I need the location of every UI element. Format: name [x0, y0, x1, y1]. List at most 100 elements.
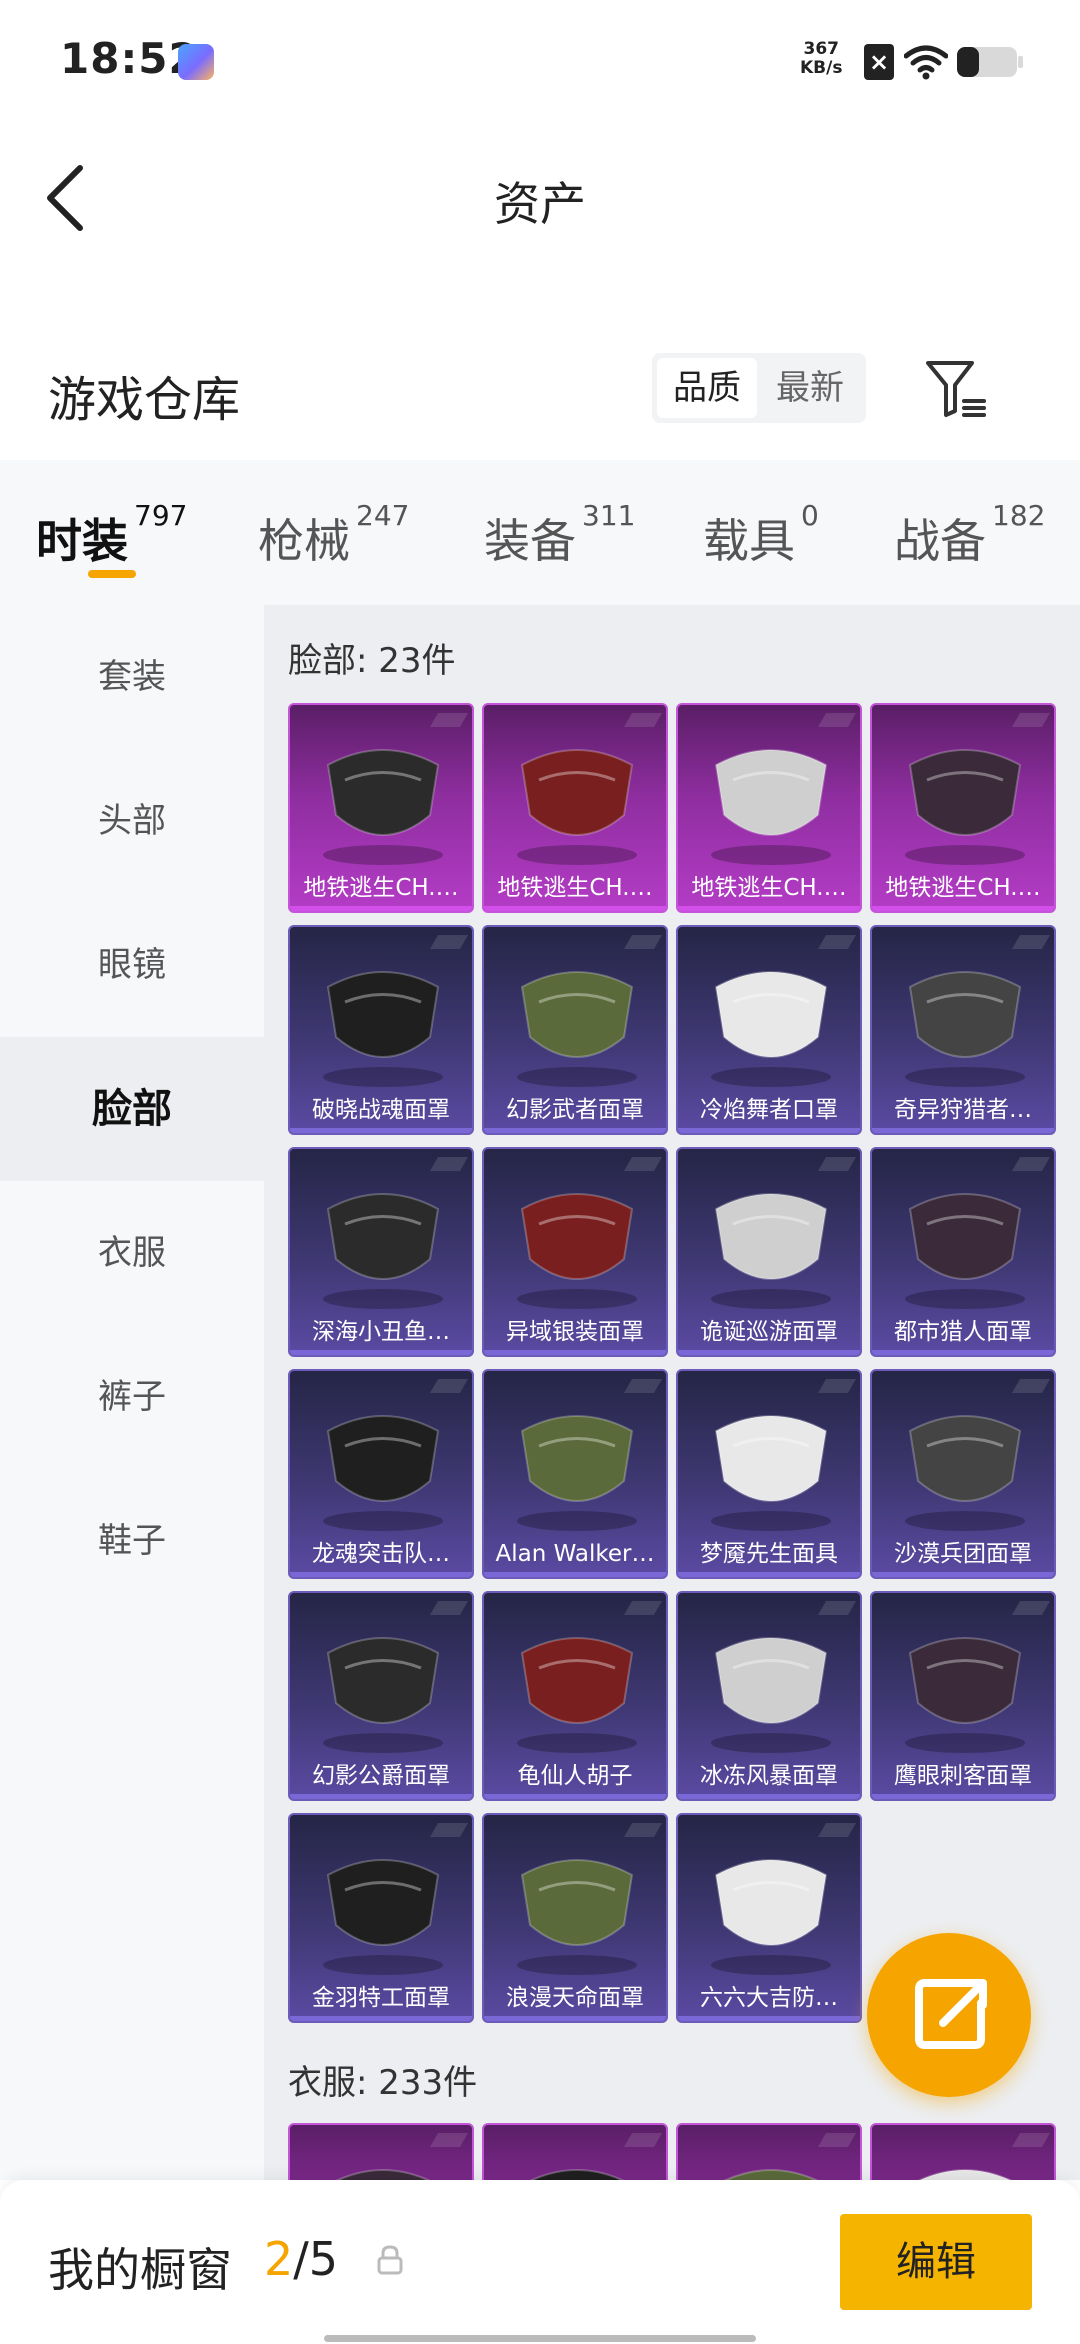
showcase-label: 我的橱窗	[48, 2243, 232, 2297]
rarity-bar	[290, 1794, 472, 1799]
item-card[interactable]: 深海小丑鱼…	[288, 1147, 474, 1357]
lock-icon	[377, 2245, 403, 2275]
item-card[interactable]: 地铁逃生CH.…	[676, 703, 862, 913]
tab-fashion[interactable]: 时装 797	[36, 499, 187, 571]
tab-count: 182	[992, 499, 1046, 532]
item-art	[517, 749, 637, 865]
item-card[interactable]: 龟仙人胡子	[482, 1591, 668, 1801]
tab-supplies[interactable]: 战备 182	[894, 499, 1045, 571]
rarity-bar	[290, 1572, 472, 1577]
rarity-bar	[484, 1572, 666, 1577]
item-name: 金羽特工面罩	[312, 1985, 450, 2011]
item-card[interactable]: 梦魇先生面具	[676, 1369, 862, 1579]
sort-option-newest[interactable]: 最新	[760, 358, 860, 418]
category-tabs: 时装 797 枪械 247 装备 311 载具 0 战备 182	[0, 460, 1080, 605]
filter-button[interactable]	[922, 355, 990, 423]
rarity-bar	[290, 906, 472, 911]
item-card[interactable]: 金羽特工面罩	[288, 1813, 474, 2023]
item-card[interactable]: 龙魂突击队…	[288, 1369, 474, 1579]
showcase-separator: /	[293, 2232, 309, 2286]
item-card[interactable]: 幻影公爵面罩	[288, 1591, 474, 1801]
section-title-clothes: 衣服: 233件	[288, 2063, 478, 2103]
sidebar-item-outfit[interactable]: 套装	[0, 605, 264, 749]
item-card[interactable]: 浪漫天命面罩	[482, 1813, 668, 2023]
home-indicator[interactable]	[324, 2335, 756, 2342]
sidebar-item-glasses[interactable]: 眼镜	[0, 893, 264, 1037]
page-title: 资产	[494, 177, 586, 231]
rarity-bar	[678, 1572, 860, 1577]
tab-count: 797	[134, 499, 188, 532]
item-card[interactable]: 地铁逃生CH.…	[482, 703, 668, 913]
item-art	[517, 1193, 637, 1309]
rarity-bar	[484, 2016, 666, 2021]
rarity-bar	[872, 1350, 1054, 1355]
item-card[interactable]	[676, 2123, 862, 2180]
showcase-count: 2/5	[264, 2232, 338, 2286]
item-name: 地铁逃生CH.…	[497, 875, 653, 901]
item-card[interactable]: 诡诞巡游面罩	[676, 1147, 862, 1357]
filter-icon	[926, 361, 986, 417]
item-card[interactable]: Alan Walker…	[482, 1369, 668, 1579]
rarity-bar	[678, 1794, 860, 1799]
app-badge-icon	[178, 44, 214, 80]
showcase-bar: 我的橱窗 2/5 编辑	[0, 2180, 1080, 2344]
item-name: 地铁逃生CH.…	[303, 875, 459, 901]
sidebar-item-face[interactable]: 脸部	[0, 1037, 264, 1181]
rarity-bar	[678, 906, 860, 911]
network-speed: 367 KB/s	[800, 40, 842, 78]
sidebar-item-shoes[interactable]: 鞋子	[0, 1469, 264, 1613]
item-card[interactable]: 六六大吉防…	[676, 1813, 862, 2023]
tab-vehicles[interactable]: 载具 0	[703, 499, 819, 571]
item-art	[711, 1415, 831, 1531]
item-card[interactable]: 都市猎人面罩	[870, 1147, 1056, 1357]
item-card[interactable]	[288, 2123, 474, 2180]
item-name: 冰冻风暴面罩	[700, 1763, 838, 1789]
tab-count: 311	[582, 499, 636, 532]
item-card[interactable]: 地铁逃生CH.…	[288, 703, 474, 913]
item-name: 冷焰舞者口罩	[700, 1097, 838, 1123]
sort-option-quality[interactable]: 品质	[657, 358, 757, 418]
item-card[interactable]: 破晓战魂面罩	[288, 925, 474, 1135]
item-card[interactable]: 奇异狩猎者…	[870, 925, 1056, 1135]
rarity-bar	[290, 1128, 472, 1133]
item-card[interactable]	[870, 2123, 1056, 2180]
item-art	[905, 1193, 1025, 1309]
item-card[interactable]: 冷焰舞者口罩	[676, 925, 862, 1135]
share-button[interactable]	[867, 1933, 1031, 2097]
tab-label: 载具	[703, 514, 795, 568]
section-title-face: 脸部: 23件	[288, 641, 456, 681]
item-art	[905, 749, 1025, 865]
item-name: 地铁逃生CH.…	[885, 875, 1041, 901]
sidebar-item-clothes[interactable]: 衣服	[0, 1181, 264, 1325]
rarity-bar	[872, 1572, 1054, 1577]
item-art	[323, 749, 443, 865]
item-card[interactable]: 地铁逃生CH.…	[870, 703, 1056, 913]
item-name: Alan Walker…	[495, 1541, 655, 1567]
sort-toggle: 品质 最新	[652, 353, 866, 423]
tab-label: 时装	[36, 514, 128, 568]
tab-weapons[interactable]: 枪械 247	[258, 499, 409, 571]
item-card[interactable]: 冰冻风暴面罩	[676, 1591, 862, 1801]
item-card[interactable]: 沙漠兵团面罩	[870, 1369, 1056, 1579]
sidebar-item-pants[interactable]: 裤子	[0, 1325, 264, 1469]
item-name: 龙魂突击队…	[312, 1541, 450, 1567]
item-name: 深海小丑鱼…	[312, 1319, 450, 1345]
network-speed-value: 367	[803, 39, 839, 59]
rarity-bar	[678, 1350, 860, 1355]
tab-active-indicator	[88, 570, 136, 578]
item-name: 沙漠兵团面罩	[894, 1541, 1032, 1567]
item-name: 破晓战魂面罩	[312, 1097, 450, 1123]
item-card[interactable]: 鹰眼刺客面罩	[870, 1591, 1056, 1801]
tab-count: 0	[801, 499, 819, 532]
item-card[interactable]: 幻影武者面罩	[482, 925, 668, 1135]
item-card[interactable]	[482, 2123, 668, 2180]
item-art	[711, 1859, 831, 1975]
item-art	[905, 971, 1025, 1087]
tab-equipment[interactable]: 装备 311	[484, 499, 635, 571]
item-name: 都市猎人面罩	[894, 1319, 1032, 1345]
edit-button[interactable]: 编辑	[840, 2214, 1032, 2310]
sidebar-item-head[interactable]: 头部	[0, 749, 264, 893]
item-card[interactable]: 异域银装面罩	[482, 1147, 668, 1357]
tab-label: 装备	[484, 514, 576, 568]
share-icon	[915, 1979, 987, 2049]
